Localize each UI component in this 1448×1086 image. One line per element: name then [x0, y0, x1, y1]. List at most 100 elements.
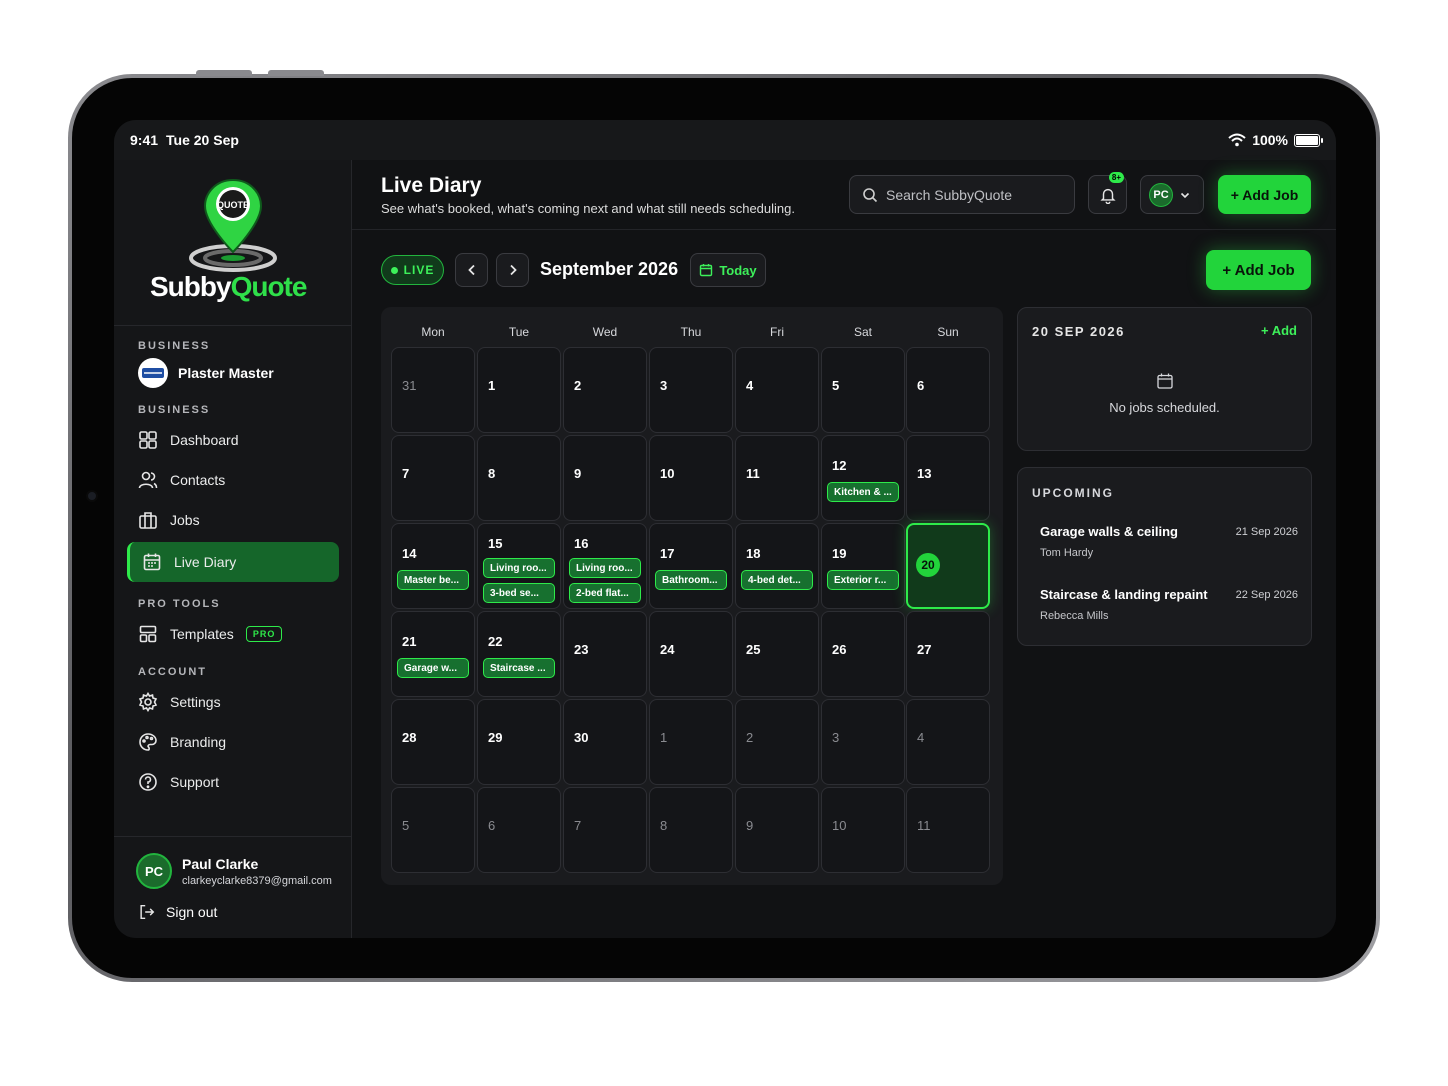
- job-chip[interactable]: Bathroom...: [655, 570, 727, 590]
- calendar-day[interactable]: 2: [735, 699, 819, 785]
- sign-out-button[interactable]: Sign out: [138, 903, 217, 921]
- day-number: 11: [917, 818, 931, 833]
- calendar-day[interactable]: 1: [649, 699, 733, 785]
- calendar-toolbar: LIVE September 2026 Today + Add Job: [381, 250, 1311, 292]
- calendar-day[interactable]: 7: [563, 787, 647, 873]
- search-input[interactable]: Search SubbyQuote: [849, 175, 1075, 214]
- palette-icon: [139, 733, 157, 751]
- calendar-day[interactable]: 16 Living roo... 2-bed flat...: [563, 523, 647, 609]
- calendar-day[interactable]: 10: [821, 787, 905, 873]
- calendar-day[interactable]: 8: [477, 435, 561, 521]
- calendar-day[interactable]: 4: [906, 699, 990, 785]
- calendar-day[interactable]: 6: [477, 787, 561, 873]
- next-month-button[interactable]: [496, 253, 529, 287]
- calendar-day[interactable]: 25: [735, 611, 819, 697]
- day-number: 5: [832, 378, 840, 393]
- calendar-day[interactable]: 9: [735, 787, 819, 873]
- calendar-day[interactable]: 4: [735, 347, 819, 433]
- job-chip[interactable]: 3-bed se...: [483, 583, 555, 603]
- sidebar-item-label: Templates: [170, 626, 234, 642]
- calendar-day[interactable]: 2: [563, 347, 647, 433]
- empty-state-text: No jobs scheduled.: [1109, 400, 1220, 415]
- calendar-day[interactable]: 12 Kitchen & ...: [821, 435, 905, 521]
- calendar-day[interactable]: 29: [477, 699, 561, 785]
- calendar-day[interactable]: 17 Bathroom...: [649, 523, 733, 609]
- calendar-day[interactable]: 19 Exterior r...: [821, 523, 905, 609]
- status-time: 9:41: [130, 132, 159, 148]
- calendar-day[interactable]: 9: [563, 435, 647, 521]
- calendar-day[interactable]: 6: [906, 347, 990, 433]
- calendar-day[interactable]: 15 Living roo... 3-bed se...: [477, 523, 561, 609]
- calendar-day[interactable]: 10: [649, 435, 733, 521]
- calendar-day[interactable]: 14 Master be...: [391, 523, 475, 609]
- sign-out-icon: [140, 904, 155, 920]
- day-number: 10: [660, 466, 675, 481]
- calendar-day[interactable]: 5: [821, 347, 905, 433]
- calendar-day[interactable]: 7: [391, 435, 475, 521]
- calendar-day[interactable]: 27: [906, 611, 990, 697]
- job-chip[interactable]: Garage w...: [397, 658, 469, 678]
- upcoming-item[interactable]: Garage walls & ceiling 21 Sep 2026 Tom H…: [1040, 524, 1298, 559]
- calendar-day[interactable]: 24: [649, 611, 733, 697]
- account-menu-button[interactable]: PC: [1140, 175, 1204, 214]
- sidebar-item-dashboard[interactable]: Dashboard: [114, 420, 351, 460]
- prev-month-button[interactable]: [455, 253, 488, 287]
- calendar-day[interactable]: 1: [477, 347, 561, 433]
- sidebar-item-label: Support: [170, 774, 220, 790]
- sidebar-item-templates[interactable]: Templates PRO: [114, 614, 351, 654]
- calendar-day[interactable]: 21 Garage w...: [391, 611, 475, 697]
- calendar-day[interactable]: 18 4-bed det...: [735, 523, 819, 609]
- brand-name-part2: Quote: [230, 271, 308, 302]
- account-section-label: ACCOUNT: [138, 666, 207, 678]
- live-label: LIVE: [403, 263, 435, 277]
- brand-logo[interactable]: QUOTE SubbyQuote: [114, 160, 351, 326]
- calendar-day[interactable]: 13: [906, 435, 990, 521]
- notifications-button[interactable]: 8+: [1088, 172, 1127, 214]
- calendar-day[interactable]: 26: [821, 611, 905, 697]
- job-chip[interactable]: Staircase ...: [483, 658, 555, 678]
- day-number: 16: [574, 536, 589, 551]
- today-button[interactable]: Today: [690, 253, 766, 287]
- upcoming-item[interactable]: Staircase & landing repaint 22 Sep 2026 …: [1040, 587, 1298, 622]
- job-chip[interactable]: Kitchen & ...: [827, 482, 899, 502]
- job-chip[interactable]: Exterior r...: [827, 570, 899, 590]
- calendar-day[interactable]: 3: [649, 347, 733, 433]
- calendar-day[interactable]: 23: [563, 611, 647, 697]
- add-job-button[interactable]: + Add Job: [1206, 250, 1311, 290]
- calendar-day[interactable]: 30: [563, 699, 647, 785]
- weekday-header: Sun: [937, 325, 959, 339]
- calendar-day[interactable]: 22 Staircase ...: [477, 611, 561, 697]
- avatar[interactable]: PC: [136, 853, 172, 889]
- job-chip[interactable]: Master be...: [397, 570, 469, 590]
- calendar-day[interactable]: 3: [821, 699, 905, 785]
- calendar-day[interactable]: 8: [649, 787, 733, 873]
- job-chip[interactable]: 4-bed det...: [741, 570, 813, 590]
- business-selector[interactable]: Plaster Master: [114, 358, 351, 388]
- day-number: 1: [660, 730, 668, 745]
- weekday-header: Mon: [421, 325, 445, 339]
- live-dot-icon: [390, 266, 398, 274]
- sidebar-item-settings[interactable]: Settings: [114, 682, 351, 722]
- calendar-day[interactable]: 11: [906, 787, 990, 873]
- calendar-day[interactable]: 28: [391, 699, 475, 785]
- calendar-day[interactable]: 11: [735, 435, 819, 521]
- job-chip[interactable]: Living roo...: [483, 558, 555, 578]
- add-to-day-button[interactable]: + Add: [1261, 323, 1297, 338]
- calendar-day[interactable]: 5: [391, 787, 475, 873]
- calendar-icon: [700, 264, 713, 277]
- sidebar-item-live-diary[interactable]: Live Diary: [127, 542, 339, 582]
- calendar-day[interactable]: 31: [391, 347, 475, 433]
- current-month: September 2026: [540, 259, 679, 279]
- add-job-header-button[interactable]: + Add Job: [1218, 175, 1311, 214]
- sidebar-item-label: Live Diary: [174, 554, 237, 570]
- sidebar-item-branding[interactable]: Branding: [114, 722, 351, 762]
- sidebar-item-label: Contacts: [170, 472, 226, 488]
- sidebar-item-support[interactable]: Support: [114, 762, 351, 802]
- sidebar-item-jobs[interactable]: Jobs: [114, 500, 351, 540]
- logo-pin-text: QUOTE: [217, 200, 249, 210]
- sidebar-item-contacts[interactable]: Contacts: [114, 460, 351, 500]
- brand-wordmark: SubbyQuote: [150, 271, 308, 303]
- calendar-day-today[interactable]: 20: [906, 523, 990, 609]
- job-chip[interactable]: Living roo...: [569, 558, 641, 578]
- job-chip[interactable]: 2-bed flat...: [569, 583, 641, 603]
